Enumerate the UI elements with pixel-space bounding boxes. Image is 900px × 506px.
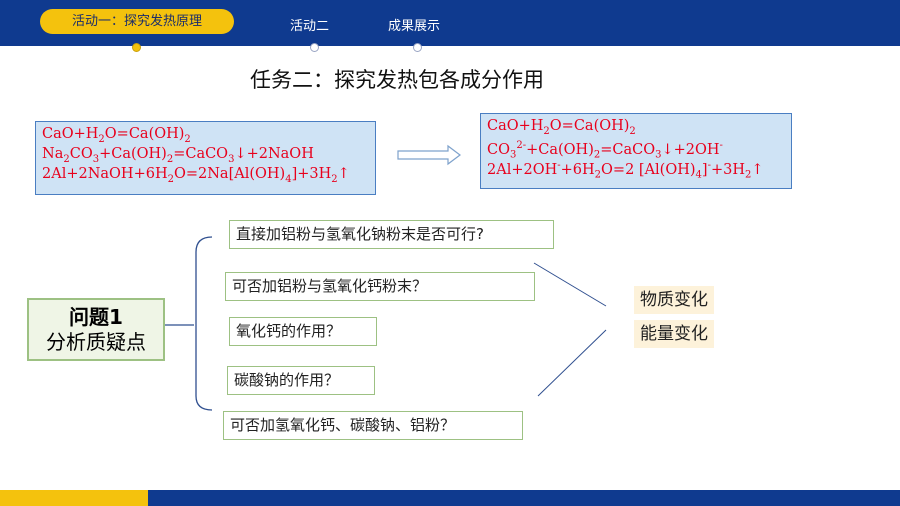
problem-number: 问题1	[69, 305, 123, 329]
bottom-bar-accent	[0, 490, 148, 506]
problem-subtitle: 分析质疑点	[46, 330, 146, 354]
brace-curve	[195, 236, 213, 411]
line-to-energy-change	[537, 329, 607, 397]
problem-box: 问题1 分析质疑点	[27, 298, 165, 361]
line-to-material-change	[533, 262, 607, 307]
question-4: 碳酸钠的作用？	[227, 366, 375, 395]
question-3: 氧化钙的作用？	[229, 317, 377, 346]
tag-material-change: 物质变化	[634, 286, 714, 314]
question-2: 可否加铝粉与氢氧化钙粉末？	[225, 272, 535, 301]
question-1: 直接加铝粉与氢氧化钠粉末是否可行?	[229, 220, 554, 249]
tag-energy-change: 能量变化	[634, 320, 714, 348]
question-5: 可否加氢氧化钙、碳酸钠、铝粉？	[223, 411, 523, 440]
right-arrow-icon	[397, 144, 461, 166]
bottom-bar	[148, 490, 900, 506]
